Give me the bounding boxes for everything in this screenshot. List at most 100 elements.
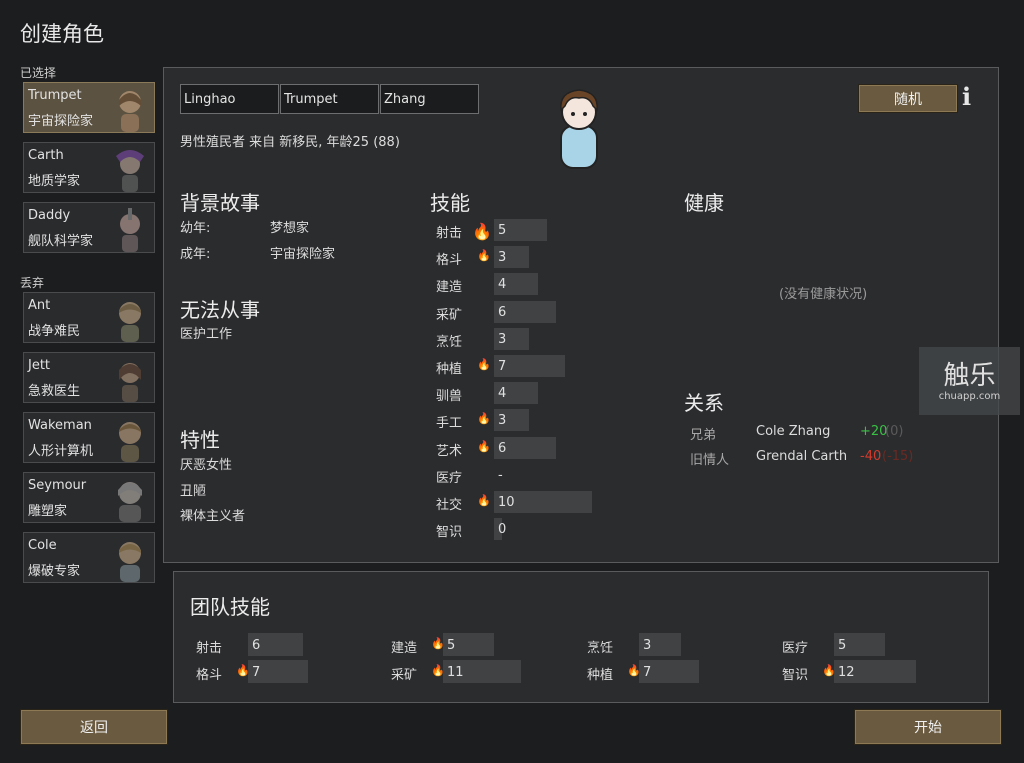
relation-opinion-extra: (-15): [882, 449, 914, 464]
trait-item[interactable]: 裸体主义者: [180, 505, 245, 524]
page-title: 创建角色: [20, 22, 104, 46]
team-skill-value: 11: [447, 665, 464, 680]
pawn-card-seymour[interactable]: Seymour 雕塑家: [23, 472, 155, 523]
skill-level: -: [498, 468, 503, 483]
adulthood-label: 成年:: [180, 247, 211, 262]
pawn-title: 地质学家: [28, 174, 81, 189]
pawn-card-daddy[interactable]: Daddy 舰队科学家: [23, 202, 155, 253]
team-skill-label: 烹饪: [587, 641, 614, 656]
team-skill-value: 3: [643, 638, 652, 653]
team-skill-value: 5: [447, 638, 456, 653]
skill-level: 7: [498, 359, 507, 374]
pawn-portrait-icon: [120, 208, 140, 252]
pawn-title: 急救医生: [28, 384, 81, 399]
team-skill-label: 智识: [782, 668, 809, 683]
skill-label: 射击: [436, 226, 463, 241]
team-skills-heading: 团队技能: [190, 595, 270, 619]
watermark-url: chuapp.com: [938, 390, 1001, 402]
random-button[interactable]: 随机: [858, 84, 958, 113]
team-skill-value: 12: [838, 665, 855, 680]
pawn-name: Daddy: [28, 208, 71, 223]
nickname-input[interactable]: [280, 84, 379, 114]
minor-passion-icon: 🔥: [477, 440, 491, 453]
team-skill-label: 种植: [587, 668, 614, 683]
pawn-card-wakeman[interactable]: Wakeman 人形计算机: [23, 412, 155, 463]
backstory-heading: 背景故事: [180, 191, 260, 215]
pawn-description: 男性殖民者 来自 新移民, 年龄25 (88): [180, 135, 400, 150]
relations-heading: 关系: [684, 391, 724, 415]
skill-label: 格斗: [436, 253, 463, 268]
minor-passion-icon: 🔥: [477, 494, 491, 507]
pawn-card-trumpet[interactable]: Trumpet 宇宙探险家: [23, 82, 155, 133]
relation-type: 旧情人: [690, 453, 730, 468]
skill-label: 智识: [436, 525, 463, 540]
team-skill-value: 6: [252, 638, 261, 653]
relation-name[interactable]: Grendal Carth: [756, 449, 847, 464]
skill-label: 手工: [436, 416, 463, 431]
traits-heading: 特性: [180, 428, 220, 452]
pawn-portrait-icon: [118, 482, 142, 522]
childhood-label: 幼年:: [180, 221, 211, 236]
team-skill-label: 建造: [391, 641, 418, 656]
team-skill-label: 医疗: [782, 641, 809, 656]
pawn-title: 雕塑家: [28, 504, 68, 519]
trait-item[interactable]: 厌恶女性: [180, 454, 232, 473]
skill-level: 10: [498, 495, 515, 510]
pawn-card-jett[interactable]: Jett 急救医生: [23, 352, 155, 403]
team-skill-label: 格斗: [196, 668, 223, 683]
skill-level: 6: [498, 441, 507, 456]
skill-label: 艺术: [436, 444, 463, 459]
pawn-name: Jett: [28, 358, 51, 373]
pawn-name: Wakeman: [28, 418, 92, 433]
minor-passion-icon: 🔥: [477, 412, 491, 425]
pawn-card-carth[interactable]: Carth 地质学家: [23, 142, 155, 193]
back-button[interactable]: 返回: [20, 709, 168, 745]
pawn-card-cole[interactable]: Cole 爆破专家: [23, 532, 155, 583]
relation-opinion-extra: (0): [885, 424, 904, 439]
pawn-portrait-icon: [119, 363, 141, 402]
incapable-heading: 无法从事: [180, 298, 260, 322]
last-name-input[interactable]: [380, 84, 479, 114]
skills-heading: 技能: [430, 191, 470, 215]
pawn-title: 战争难民: [28, 324, 81, 339]
skill-label: 社交: [436, 498, 463, 513]
skill-level: 5: [498, 223, 507, 238]
adulthood-value[interactable]: 宇宙探险家: [270, 243, 335, 262]
first-name-input[interactable]: [180, 84, 279, 114]
major-passion-icon: 🔥: [472, 222, 492, 241]
relation-opinion: +20: [860, 424, 888, 439]
health-heading: 健康: [684, 191, 724, 215]
skill-label: 采矿: [436, 308, 463, 323]
pawn-portrait-icon: [119, 422, 141, 462]
health-empty-text: (没有健康状况): [779, 287, 868, 302]
info-icon[interactable]: i: [962, 82, 971, 111]
pawn-name: Trumpet: [28, 88, 82, 103]
pawn-portrait-icon: [116, 150, 144, 192]
minor-passion-icon: 🔥: [477, 358, 491, 371]
pawn-title: 爆破专家: [28, 564, 81, 579]
pawn-portrait-icon: [119, 542, 141, 582]
skill-level: 3: [498, 332, 507, 347]
watermark-logo: 触乐: [943, 360, 996, 391]
relation-opinion: -40: [860, 449, 882, 464]
childhood-value[interactable]: 梦想家: [270, 217, 309, 236]
skill-level: 3: [498, 413, 507, 428]
team-skill-label: 采矿: [391, 668, 418, 683]
team-skill-label: 射击: [196, 641, 223, 656]
team-skill-value: 5: [838, 638, 847, 653]
start-button[interactable]: 开始: [854, 709, 1002, 745]
pawn-title: 宇宙探险家: [28, 114, 94, 129]
relation-name[interactable]: Cole Zhang: [756, 424, 830, 439]
skill-label: 建造: [436, 280, 463, 295]
pawn-title: 人形计算机: [28, 444, 94, 459]
skill-label: 种植: [436, 362, 463, 377]
skill-level: 4: [498, 386, 507, 401]
skill-label: 驯兽: [436, 389, 463, 404]
selected-section-label: 已选择: [20, 66, 57, 80]
skill-level: 0: [498, 522, 507, 537]
skill-level: 4: [498, 277, 507, 292]
pawn-name: Seymour: [28, 478, 87, 493]
trait-item[interactable]: 丑陋: [180, 480, 206, 499]
pawn-card-ant[interactable]: Ant 战争难民: [23, 292, 155, 343]
discarded-section-label: 丢弃: [20, 276, 45, 290]
